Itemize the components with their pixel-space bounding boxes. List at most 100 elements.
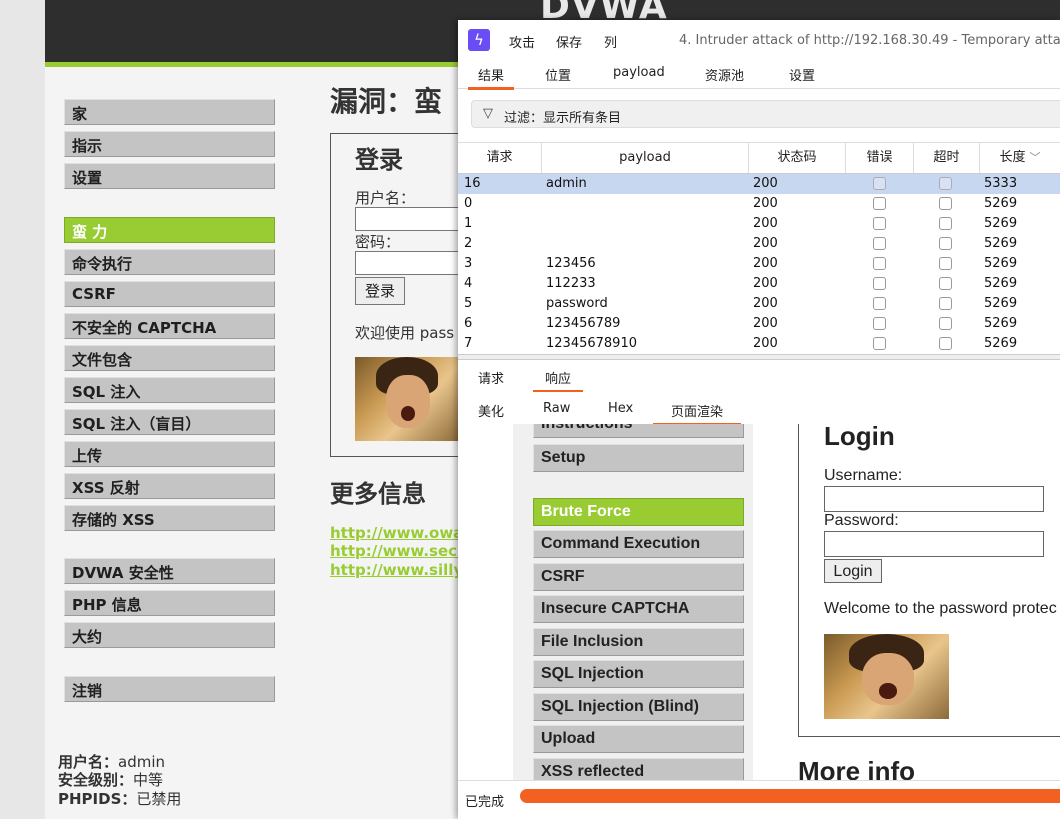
error-checkbox [873,297,886,310]
cell-request: 0 [464,196,473,211]
nav-csrf[interactable]: CSRF [64,281,275,307]
timeout-checkbox [939,197,952,210]
table-row[interactable]: 6 123456789 200 5269 [458,314,1060,334]
username-field[interactable] [355,207,465,231]
col-request[interactable]: 请求 [458,143,542,173]
menu-attack[interactable]: 攻击 [509,32,535,51]
cell-payload: 123456 [546,256,596,271]
error-checkbox [873,337,886,350]
cell-length: 5269 [984,276,1018,291]
nav-file-inclusion[interactable]: 文件包含 [64,345,275,371]
table-row[interactable]: 2 200 5269 [458,234,1060,254]
cell-request: 3 [464,256,473,271]
render-nav-sql-injection-blind: SQL Injection (Blind) [533,693,744,721]
nav-sql-injection[interactable]: SQL 注入 [64,377,275,403]
cell-request: 2 [464,236,473,251]
tab-positions[interactable]: 位置 [545,65,571,84]
col-payload[interactable]: payload [542,143,749,173]
password-field[interactable] [355,251,465,275]
page-title: 漏洞：蛮 [330,85,443,118]
cell-length: 5269 [984,316,1018,331]
table-row[interactable]: 5 password 200 5269 [458,294,1060,314]
col-error[interactable]: 错误 [846,143,914,173]
cell-request: 7 [464,336,473,351]
face-image [355,357,459,441]
cell-request: 4 [464,276,473,291]
col-timeout[interactable]: 超时 [914,143,980,173]
nav-setup[interactable]: 设置 [64,163,275,189]
table-row[interactable]: 7 12345678910 200 5269 [458,334,1060,354]
timeout-checkbox [939,297,952,310]
nav-brute-force[interactable]: 蛮 力 [64,217,275,243]
title-bar: ϟ 攻击 保存 列 4. Intruder attack of http://1… [458,20,1060,60]
cell-payload: 12345678910 [546,336,637,351]
nav-logout[interactable]: 注销 [64,676,275,702]
nav-xss-stored[interactable]: 存储的 XSS [64,505,275,531]
cell-request: 5 [464,296,473,311]
render-more-info: More info [798,756,915,780]
tab-render[interactable]: 页面渲染 [653,401,742,426]
table-row[interactable]: 0 200 5269 [458,194,1060,214]
intruder-attack-window: ϟ 攻击 保存 列 4. Intruder attack of http://1… [458,20,1060,819]
nav-instructions[interactable]: 指示 [64,131,275,157]
render-nav-file-inclusion: File Inclusion [533,628,744,656]
tab-raw[interactable]: Raw [543,401,570,416]
render-nav-upload: Upload [533,725,744,753]
menu-save[interactable]: 保存 [556,32,582,51]
tab-response[interactable]: 响应 [533,368,584,393]
cell-length: 5269 [984,216,1018,231]
results-table: 请求 payload 状态码 错误 超时 长度 ﹀ 16 admin 200 5333 0… [458,142,1060,354]
table-row[interactable]: 16 admin 200 5333 [458,174,1060,194]
table-row[interactable]: 1 200 5269 [458,214,1060,234]
cell-status: 200 [753,216,778,231]
render-welcome-text: Welcome to the password protec [824,600,1057,617]
nav-php-info[interactable]: PHP 信息 [64,590,275,616]
detail-tabs: 请求 响应 [458,360,1060,393]
login-button[interactable]: 登录 [355,277,405,305]
error-checkbox [873,237,886,250]
table-row[interactable]: 3 123456 200 5269 [458,254,1060,274]
nav-sql-injection-blind[interactable]: SQL 注入（盲目） [64,409,275,435]
tab-payload[interactable]: payload [613,65,665,80]
nav-xss-reflected[interactable]: XSS 反射 [64,473,275,499]
error-checkbox [873,317,886,330]
render-nav-brute-force: Brute Force [533,498,744,526]
footer-security: 安全级别：中等 [58,771,164,789]
nav-home[interactable]: 家 [64,99,275,125]
error-checkbox [873,217,886,230]
nav-insecure-captcha[interactable]: 不安全的 CAPTCHA [64,313,275,339]
nav-upload[interactable]: 上传 [64,441,275,467]
link-sillyc[interactable]: http://www.sillyc [330,561,472,579]
main-tabs: 结果 位置 payload 资源池 设置 [458,60,1060,90]
cell-length: 5269 [984,196,1018,211]
tab-request[interactable]: 请求 [478,368,504,387]
menu-columns[interactable]: 列 [604,32,617,51]
filter-text: 过滤：显示所有条目 [504,111,622,126]
render-login-heading: Login [824,424,895,451]
render-password-field [824,531,1044,557]
render-username-field [824,486,1044,512]
password-label: 密码： [355,233,401,251]
tab-pretty[interactable]: 美化 [478,401,504,420]
col-status[interactable]: 状态码 [749,143,846,173]
filter-bar[interactable]: ▽ 过滤：显示所有条目 [471,100,1060,128]
tab-resource-pool[interactable]: 资源池 [705,65,744,84]
tab-settings[interactable]: 设置 [789,65,815,84]
error-checkbox [873,177,886,190]
table-header: 请求 payload 状态码 错误 超时 长度 ﹀ [458,142,1060,174]
cell-request: 16 [464,176,481,191]
progress-bar [520,789,1060,803]
error-checkbox [873,257,886,270]
timeout-checkbox [939,217,952,230]
col-length[interactable]: 长度 ﹀ [980,143,1060,173]
nav-about[interactable]: 大约 [64,622,275,648]
nav-dvwa-security[interactable]: DVWA 安全性 [64,558,275,584]
table-row[interactable]: 4 112233 200 5269 [458,274,1060,294]
tab-results[interactable]: 结果 [468,65,515,90]
nav-command-execution[interactable]: 命令执行 [64,249,275,275]
render-nav-instructions: Instructions [533,424,744,438]
cell-status: 200 [753,236,778,251]
render-nav-setup: Setup [533,444,744,472]
tab-hex[interactable]: Hex [608,401,633,416]
link-secur[interactable]: http://www.secur [330,542,475,560]
